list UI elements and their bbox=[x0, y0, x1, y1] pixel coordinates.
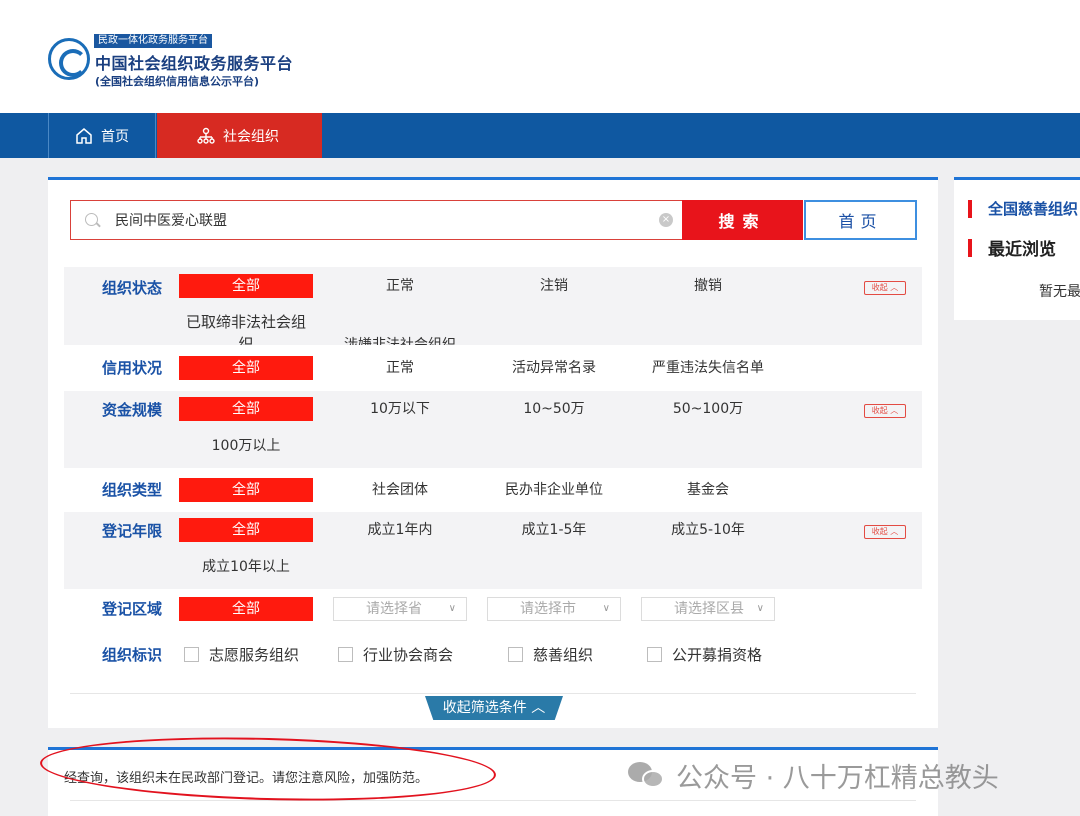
checkbox-label: 慈善组织 bbox=[533, 646, 594, 664]
chevron-down-icon: ∨ bbox=[448, 603, 456, 614]
sidebar: 全国慈善组织 最近浏览 暂无最 bbox=[954, 177, 1080, 320]
filter-label-years: 登记年限 bbox=[102, 522, 163, 540]
search-panel: × 搜索 首页 组织状态 全部 正常 注销 撤销 已取缔非法社会组织 涉嫌非法社… bbox=[48, 177, 938, 728]
checkbox-volunteer[interactable]: 志愿服务组织 bbox=[184, 644, 299, 665]
search-icon bbox=[85, 213, 98, 226]
sidebar-charity-label[interactable]: 全国慈善组织 bbox=[988, 198, 1078, 219]
filter-option[interactable]: 全部 bbox=[179, 274, 313, 298]
site-header: 民政一体化政务服务平台 中国社会组织政务服务平台 (全国社会组织信用信息公示平台… bbox=[0, 0, 1080, 113]
province-select[interactable]: 请选择省 ∨ bbox=[333, 597, 467, 621]
checkbox-icon[interactable] bbox=[184, 647, 199, 662]
filter-option[interactable]: 严重违法失信名单 bbox=[641, 356, 775, 380]
filter-option[interactable]: 社会团体 bbox=[333, 478, 467, 502]
filter-option[interactable]: 已取缔非法社会组织 bbox=[179, 311, 313, 345]
accent-bar bbox=[968, 199, 972, 218]
nav-home-label: 首页 bbox=[101, 128, 129, 145]
filter-label-region: 登记区域 bbox=[102, 600, 163, 618]
site-logo-icon[interactable] bbox=[48, 38, 90, 80]
checkbox-label: 志愿服务组织 bbox=[209, 646, 300, 664]
filter-option[interactable]: 活动异常名录 bbox=[487, 356, 621, 380]
filter-option[interactable]: 10~50万 bbox=[487, 397, 621, 421]
filter-option[interactable]: 成立10年以上 bbox=[179, 555, 313, 579]
filter-label-type: 组织类型 bbox=[102, 481, 163, 499]
filter-row-credit: 信用状况 全部 正常 活动异常名录 严重违法失信名单 bbox=[64, 348, 922, 388]
checkbox-charity[interactable]: 慈善组织 bbox=[508, 644, 593, 665]
search-input[interactable] bbox=[115, 209, 645, 231]
collapse-tag[interactable]: 收起 ︿ bbox=[864, 404, 906, 418]
filter-option[interactable]: 撤销 bbox=[641, 274, 775, 298]
city-select-label: 请选择市 bbox=[520, 601, 576, 617]
site-title[interactable]: 中国社会组织政务服务平台 bbox=[95, 50, 293, 74]
checkbox-icon[interactable] bbox=[647, 647, 662, 662]
city-select[interactable]: 请选择市 ∨ bbox=[487, 597, 621, 621]
filter-option[interactable]: 成立5-10年 bbox=[641, 518, 775, 542]
checkbox-industry[interactable]: 行业协会商会 bbox=[338, 644, 453, 665]
filter-label-status: 组织状态 bbox=[102, 279, 163, 297]
filter-row-funds: 资金规模 全部 10万以下 10~50万 50~100万 100万以上 收起 ︿ bbox=[64, 391, 922, 468]
filter-option[interactable]: 全部 bbox=[179, 356, 313, 380]
district-select[interactable]: 请选择区县 ∨ bbox=[641, 597, 775, 621]
checkbox-icon[interactable] bbox=[508, 647, 523, 662]
chevron-down-icon: ∨ bbox=[602, 603, 610, 614]
filter-option[interactable]: 涉嫌非法社会组织 bbox=[333, 333, 467, 345]
filter-row-region: 登记区域 全部 请选择省 ∨ 请选择市 ∨ 请选择区县 ∨ bbox=[64, 591, 922, 631]
checkbox-label: 行业协会商会 bbox=[363, 646, 454, 664]
filter-label-credit: 信用状况 bbox=[102, 359, 163, 377]
filter-option[interactable]: 基金会 bbox=[641, 478, 775, 502]
watermark-text: 公众号 · 八十万杠精总教头 bbox=[676, 763, 999, 794]
district-select-label: 请选择区县 bbox=[674, 601, 744, 617]
org-chart-icon bbox=[197, 127, 215, 144]
main-nav: 首页 社会组织 bbox=[0, 113, 1080, 158]
filter-row-marks: 组织标识 志愿服务组织 行业协会商会 慈善组织 公开募捐资格 bbox=[64, 636, 922, 676]
watermark: 公众号 · 八十万杠精总教头 bbox=[628, 756, 999, 795]
wechat-icon bbox=[628, 760, 666, 792]
divider bbox=[70, 800, 916, 801]
accent-bar bbox=[968, 238, 972, 257]
filter-option[interactable]: 成立1-5年 bbox=[487, 518, 621, 542]
filter-option[interactable]: 100万以上 bbox=[179, 434, 313, 458]
collapse-tag[interactable]: 收起 ︿ bbox=[864, 525, 906, 539]
home-button[interactable]: 首页 bbox=[804, 200, 917, 240]
filter-label-marks: 组织标识 bbox=[102, 646, 163, 664]
search-button[interactable]: 搜索 bbox=[682, 200, 803, 240]
filter-option[interactable]: 全部 bbox=[179, 478, 313, 502]
sidebar-empty-text: 暂无最 bbox=[1039, 284, 1080, 300]
sidebar-recent-heading: 最近浏览 bbox=[988, 240, 1056, 260]
home-icon bbox=[76, 127, 92, 144]
filter-option[interactable]: 全部 bbox=[179, 518, 313, 542]
filter-row-type: 组织类型 全部 社会团体 民办非企业单位 基金会 bbox=[64, 470, 922, 510]
collapse-tag[interactable]: 收起 ︿ bbox=[864, 281, 906, 295]
chevron-down-icon: ∨ bbox=[756, 603, 764, 614]
filter-option[interactable]: 全部 bbox=[179, 597, 313, 621]
filter-option[interactable]: 成立1年内 bbox=[333, 518, 467, 542]
filter-option[interactable]: 注销 bbox=[487, 274, 621, 298]
site-tagline: 民政一体化政务服务平台 bbox=[94, 34, 212, 48]
clear-icon[interactable]: × bbox=[659, 213, 673, 227]
province-select-label: 请选择省 bbox=[366, 601, 422, 617]
divider bbox=[70, 693, 916, 694]
filter-option[interactable]: 全部 bbox=[179, 397, 313, 421]
checkbox-icon[interactable] bbox=[338, 647, 353, 662]
filter-option[interactable]: 50~100万 bbox=[641, 397, 775, 421]
nav-org-label: 社会组织 bbox=[223, 128, 279, 145]
filter-row-years: 登记年限 全部 成立1年内 成立1-5年 成立5-10年 成立10年以上 收起 … bbox=[64, 512, 922, 589]
search-box: × bbox=[70, 200, 682, 240]
filter-label-funds: 资金规模 bbox=[102, 401, 163, 419]
filter-option[interactable]: 正常 bbox=[333, 356, 467, 380]
nav-social-org[interactable]: 社会组织 bbox=[157, 113, 322, 158]
sidebar-recent: 最近浏览 bbox=[968, 235, 1056, 260]
filter-option[interactable]: 民办非企业单位 bbox=[487, 478, 621, 502]
sidebar-charity-link[interactable]: 全国慈善组织 bbox=[968, 198, 1078, 219]
filter-option[interactable]: 正常 bbox=[333, 274, 467, 298]
checkbox-fundraising[interactable]: 公开募捐资格 bbox=[647, 644, 762, 665]
site-subtitle: (全国社会组织信用信息公示平台) bbox=[95, 75, 260, 88]
filter-row-status: 组织状态 全部 正常 注销 撤销 已取缔非法社会组织 涉嫌非法社会组织 收起 ︿ bbox=[64, 267, 922, 345]
filter-option[interactable]: 10万以下 bbox=[333, 397, 467, 421]
nav-home[interactable]: 首页 bbox=[48, 113, 156, 158]
collapse-filters-button[interactable]: 收起筛选条件 ︿ bbox=[425, 696, 563, 720]
checkbox-label: 公开募捐资格 bbox=[672, 646, 763, 664]
